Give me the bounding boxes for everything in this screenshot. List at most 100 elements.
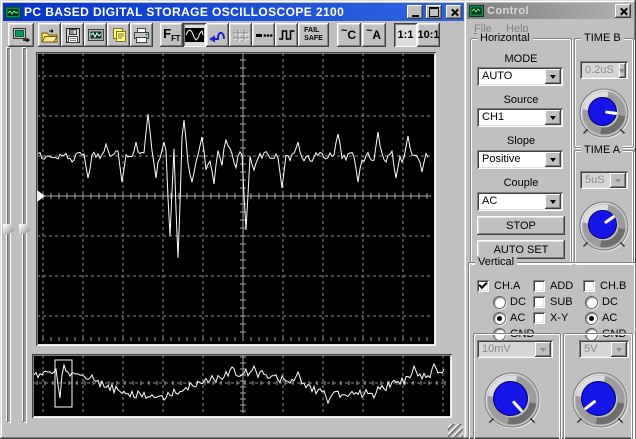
ch-a-position-slider[interactable] [2,48,16,422]
ch-b-range-combobox[interactable]: 5V [579,340,629,358]
ch-b-panel: 5V [563,333,633,439]
copy-button[interactable] [107,23,130,47]
horizontal-legend: Horizontal [477,32,533,44]
scope-grid [37,53,431,341]
probe-10to1-button[interactable]: 10:1 [417,23,440,47]
xy-label: X-Y [550,312,569,324]
return-arrow-icon [209,31,225,42]
knob-graphic [579,201,630,252]
dropdown-arrow-icon[interactable] [545,194,561,209]
slider-thumb[interactable] [19,224,31,234]
main-scope-display [36,52,436,346]
main-titlebar[interactable]: PC BASED DIGITAL STORAGE OSCILLOSCOPE 21… [3,3,464,21]
minimize-button[interactable] [407,5,423,19]
printer-icon [134,27,149,43]
minimize-icon [411,14,419,17]
ch-b-dc-radio[interactable] [585,296,598,309]
add-checkbox[interactable] [533,280,545,292]
save-button[interactable] [61,23,84,47]
exit-icon [13,28,30,43]
window-title: PC BASED DIGITAL STORAGE OSCILLOSCOPE 21… [24,6,345,18]
add-label: ADD [550,280,574,292]
ch-a-gain-knob[interactable] [474,360,560,439]
knob-graphic [484,372,541,429]
ch-a-ac-label: AC [510,312,526,324]
open-folder-icon [41,28,58,42]
stop-button[interactable]: STOP [477,216,565,235]
couple-combobox[interactable]: AC [477,192,563,211]
notes-icon [113,27,126,42]
square-wave-icon [278,30,294,40]
ch-a-checkbox[interactable] [477,280,489,292]
dotted-trace-button[interactable] [252,23,275,47]
grid-toggle-button[interactable] [229,23,252,47]
time-b-knob[interactable] [577,81,631,148]
ch-b-position-slider[interactable] [18,48,32,422]
mode-combobox[interactable]: AUTO [477,67,563,86]
control-window: Control File Help Horizontal MODE AUTO S… [464,0,636,439]
sub-label: SUB [550,296,573,308]
dropdown-arrow-icon [611,341,627,357]
close-button[interactable] [446,5,462,19]
time-a-knob[interactable] [577,193,631,262]
resize-grip[interactable] [448,424,463,437]
sine-wave-icon [185,28,204,42]
trigger-level-marker[interactable] [37,190,45,202]
ch-a-dc-radio[interactable] [493,296,506,309]
source-label: Source [503,94,539,106]
xy-checkbox[interactable] [533,312,545,324]
ch-a-range-combobox[interactable]: 10mV [477,340,553,358]
time-a-group: TIME A 5uS [574,144,634,264]
fft-button[interactable]: F FT [160,23,183,47]
dropdown-arrow-icon [618,62,626,78]
ch-b-checkbox[interactable] [583,280,595,292]
ch-a-ac-radio[interactable] [493,312,506,325]
slider-thumb[interactable] [3,224,15,234]
return-sweep-button[interactable] [206,23,229,47]
dashed-line-icon [255,34,272,37]
fft-icon: F FT [163,26,180,43]
preview-scope-display [32,354,452,418]
temp-c-button[interactable]: ~ C [337,23,361,47]
ch-a-label: CH.A [494,280,521,292]
couple-label: Couple [503,177,539,189]
control-titlebar[interactable]: Control [467,3,633,19]
probe-1to1-button[interactable]: 1:1 [394,23,417,47]
slope-combobox[interactable]: Positive [477,150,563,169]
ch-b-ac-radio[interactable] [585,312,598,325]
vertical-legend: Vertical [475,256,518,268]
time-b-group: TIME B 0.2uS [574,32,634,148]
close-icon [450,8,459,17]
knob-graphic [579,88,630,139]
square-wave-button[interactable] [275,23,298,47]
time-b-combobox[interactable]: 0.2uS [580,61,628,79]
dropdown-arrow-icon[interactable] [545,69,561,84]
scope-grid [33,355,447,413]
capture-button[interactable] [84,23,107,47]
exit-button[interactable] [8,23,34,47]
dropdown-arrow-icon[interactable] [545,110,561,125]
temp-a-button[interactable]: ~ A [362,23,386,47]
maximize-icon [429,7,439,17]
time-b-legend: TIME B [581,32,624,44]
knob-graphic [572,372,629,429]
vertical-group: Vertical CH.A ADD CH.B DC AC GND SUB X-Y… [468,256,636,439]
dropdown-arrow-icon[interactable] [545,152,561,167]
open-file-button[interactable] [38,23,61,47]
app-icon [5,6,21,18]
fail-safe-button[interactable]: FAIL SAFE [298,23,329,47]
slider-track [23,48,26,422]
ch-b-gain-knob[interactable] [564,360,632,439]
source-combobox[interactable]: CH1 [477,108,563,127]
maximize-button[interactable] [426,5,442,19]
control-window-title: Control [487,5,529,17]
time-a-combobox[interactable]: 5uS [580,171,628,189]
close-icon [619,7,628,16]
print-button[interactable] [130,23,153,47]
ch-b-ac-label: AC [602,312,618,324]
sub-checkbox[interactable] [533,296,545,308]
oscilloscope-window: PC BASED DIGITAL STORAGE OSCILLOSCOPE 21… [0,0,467,439]
control-close-button[interactable] [615,4,631,18]
waveform-mode-button[interactable] [183,23,206,47]
horizontal-group: Horizontal MODE AUTO Source CH1 Slope Po… [470,32,572,264]
